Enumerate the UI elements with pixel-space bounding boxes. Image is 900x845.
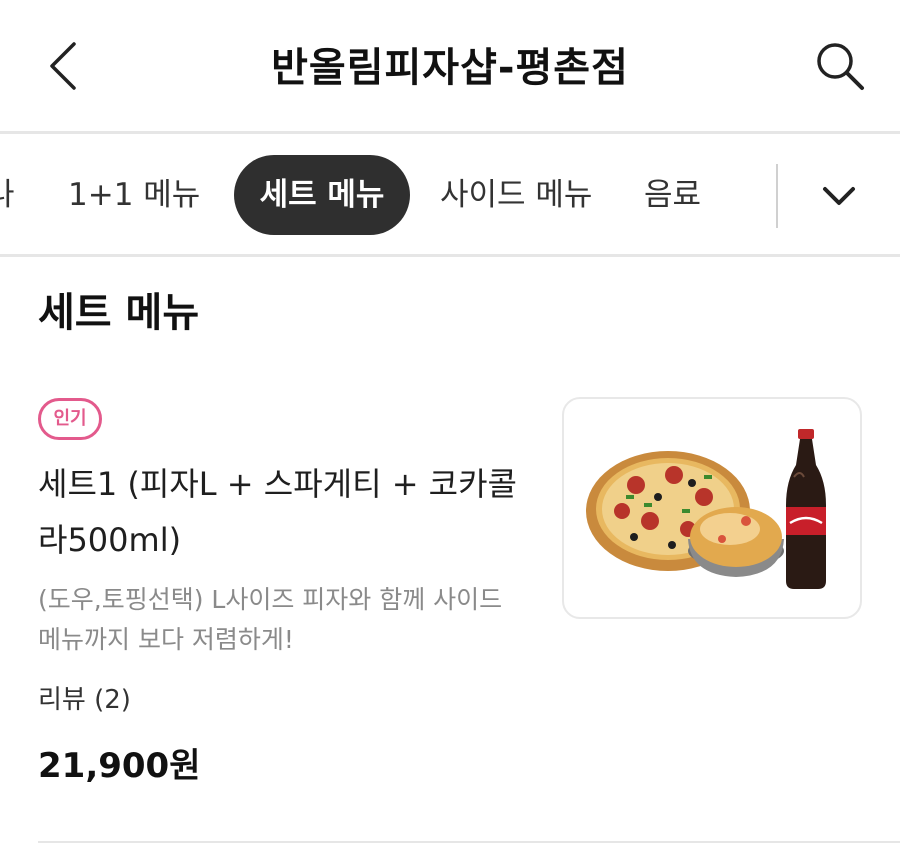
store-title: 반올림피자샵-평촌점 [271,45,629,91]
menu-item-reviews: 리뷰 (2) [38,685,131,715]
tabbar-divider [0,254,900,257]
menu-item-price: 21,900원 [38,746,201,786]
popular-badge: 인기 [38,398,102,440]
search-button[interactable] [808,34,872,98]
menu-item-name: 세트1 (피자L + 스파게티 + 코카콜라500ml) [38,465,517,559]
pizza-set-image [562,397,862,619]
section-title: 세트 메뉴 [38,290,200,336]
category-tabbar: 나 1+1 메뉴 세트 메뉴 사이드 메뉴 음료 [0,134,900,254]
tab-partial[interactable]: 나 [0,155,15,235]
tab-1plus1-menu[interactable]: 1+1 메뉴 [68,155,200,235]
tab-drinks[interactable]: 음료 [644,155,701,235]
card-divider [38,841,900,843]
chevron-down-icon [823,187,855,205]
search-icon [817,43,864,90]
menu-item-card[interactable]: 인기 세트1 (피자L + 스파게티 + 코카콜라500ml) (도우,토핑선택… [0,380,900,820]
tab-set-menu[interactable]: 세트 메뉴 [234,155,410,235]
chevron-left-icon [50,42,76,90]
expand-tabs-button[interactable] [806,164,872,228]
back-button[interactable] [36,36,92,96]
tab-separator [776,164,778,228]
app-header: 반올림피자샵-평촌점 [0,0,900,132]
pizza-set-illustration [586,429,826,589]
tab-side-menu[interactable]: 사이드 메뉴 [440,155,592,235]
menu-item-description: (도우,토핑선택) L사이즈 피자와 함께 사이드 메뉴까지 보다 저렴하게! [38,585,503,654]
